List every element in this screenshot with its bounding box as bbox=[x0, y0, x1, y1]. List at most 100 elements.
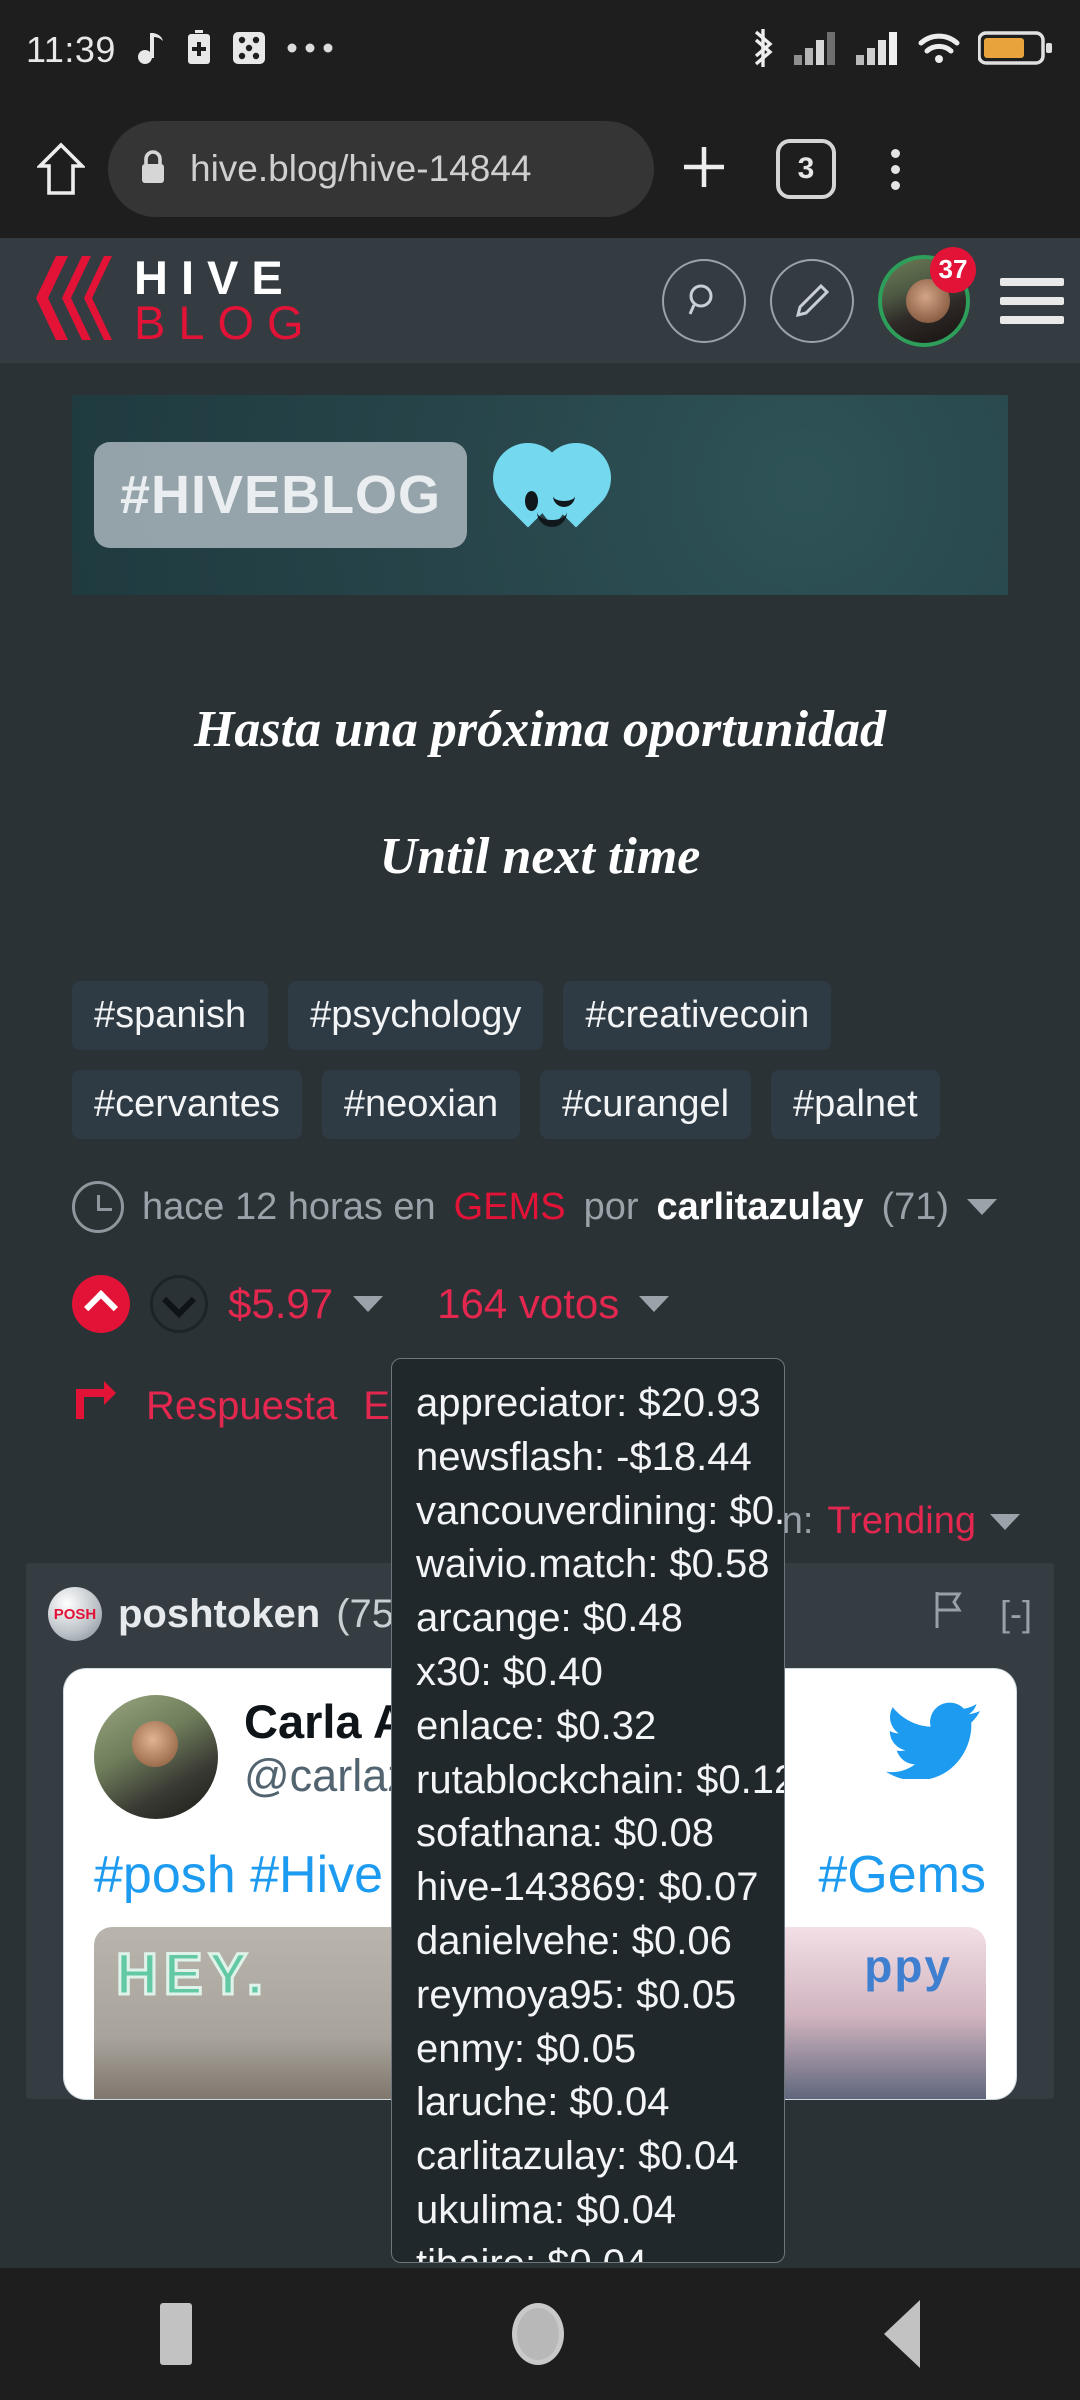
tweet-hashtags-right[interactable]: #Gems bbox=[818, 1845, 986, 1905]
url-bar[interactable]: hive.blog/hive-14844 bbox=[108, 121, 654, 217]
chevron-down-icon[interactable] bbox=[353, 1296, 384, 1312]
post-author[interactable]: carlitazulay bbox=[657, 1186, 864, 1229]
vote-row-entry: laruche: $0.04 bbox=[416, 2080, 670, 2125]
music-note-icon bbox=[136, 31, 166, 70]
vote-row-entry: reymoya95: $0.05 bbox=[416, 1972, 737, 2017]
browser-menu-button[interactable] bbox=[870, 148, 920, 190]
hamburger-line bbox=[1000, 277, 1064, 286]
vote-row-entry: appreciator: $20.93 bbox=[416, 1381, 761, 1425]
vote-row-entry: sofathana: $0.08 bbox=[416, 1811, 715, 1856]
wifi-icon bbox=[918, 32, 960, 69]
notification-badge[interactable]: 37 bbox=[930, 246, 976, 293]
post-author-reputation: (71) bbox=[881, 1185, 950, 1228]
post-body: #HIVEBLOG Hasta una próxima oportunidad … bbox=[0, 395, 1080, 1434]
post-text-line: Hasta una próxima oportunidad bbox=[193, 701, 887, 758]
banner-badge-text: #HIVEBLOG bbox=[94, 442, 468, 548]
menu-dot bbox=[890, 180, 900, 190]
vote-row-entry: carlitazulay: $0.04 bbox=[416, 2134, 739, 2179]
header-actions: 37 bbox=[662, 246, 1064, 347]
search-icon[interactable] bbox=[662, 258, 746, 343]
dice-icon bbox=[232, 31, 266, 70]
downvote-button[interactable] bbox=[150, 1275, 208, 1333]
tag-chip[interactable]: #palnet bbox=[771, 1070, 940, 1139]
heart-mouth bbox=[537, 509, 568, 527]
menu-dot bbox=[890, 148, 900, 158]
post-by-label: por bbox=[583, 1185, 639, 1228]
browser-toolbar: hive.blog/hive-14844 3 bbox=[0, 100, 1080, 238]
upvote-arrow-icon bbox=[84, 1290, 118, 1324]
avatar[interactable]: POSH bbox=[48, 1587, 102, 1641]
vote-breakdown-tooltip: appreciator: $20.93 newsflash: -$18.44 v… bbox=[391, 1358, 785, 2263]
sort-value[interactable]: Trending bbox=[827, 1500, 976, 1543]
status-bar-left: 11:39 bbox=[26, 29, 334, 71]
avatar bbox=[94, 1695, 218, 1819]
status-clock: 11:39 bbox=[26, 29, 116, 70]
flag-icon[interactable] bbox=[932, 1590, 966, 1639]
tag-chip[interactable]: #psychology bbox=[288, 981, 544, 1050]
home-circle-icon[interactable] bbox=[512, 2303, 564, 2365]
tab-switcher-button[interactable]: 3 bbox=[776, 139, 836, 199]
tag-chip[interactable]: #neoxian bbox=[321, 1070, 521, 1139]
vote-row-entry: arcange: $0.48 bbox=[416, 1596, 683, 1641]
vote-row-entry: vancouverdining: $0.59 bbox=[416, 1488, 785, 1533]
hive-wordmark: HIVE BLOG bbox=[134, 254, 317, 349]
pencil-icon[interactable] bbox=[770, 258, 854, 343]
vote-row-entry: rutablockchain: $0.12 bbox=[416, 1757, 785, 1802]
post-community[interactable]: GEMS bbox=[454, 1186, 566, 1229]
winking-heart-icon bbox=[478, 428, 626, 551]
post-meta: hace 12 horas en GEMS por carlitazulay (… bbox=[72, 1181, 1008, 1233]
tweet-hashtags-left[interactable]: #posh #Hive bbox=[94, 1846, 383, 1904]
recents-square-icon[interactable] bbox=[160, 2303, 192, 2365]
bluetooth-icon bbox=[750, 28, 776, 73]
collapse-button[interactable]: [-] bbox=[1000, 1593, 1032, 1635]
chevron-down-icon[interactable] bbox=[990, 1513, 1020, 1530]
downvote-arrow-icon bbox=[162, 1284, 196, 1318]
vote-row-entry: ukulima: $0.04 bbox=[416, 2187, 677, 2232]
wordmark-blog: BLOG bbox=[134, 295, 317, 349]
vote-row-entry: waivio.match: $0.58 bbox=[416, 1542, 770, 1587]
vote-row-entry: hive-143869: $0.07 bbox=[416, 1865, 759, 1910]
tag-chip[interactable]: #spanish bbox=[72, 981, 269, 1050]
twitter-bird-icon[interactable] bbox=[886, 1699, 982, 1784]
post-banner-image: #HIVEBLOG bbox=[72, 395, 1008, 595]
post-time-ago: hace 12 horas en bbox=[142, 1185, 436, 1228]
hive-logo-link[interactable]: HIVE BLOG bbox=[16, 246, 317, 355]
payout-value[interactable]: $5.97 bbox=[228, 1280, 333, 1328]
post-text-line: Until next time bbox=[379, 828, 701, 885]
chevron-down-icon[interactable] bbox=[967, 1199, 998, 1215]
hamburger-line bbox=[1000, 296, 1064, 305]
overflow-dots-icon bbox=[286, 41, 334, 59]
hamburger-icon[interactable] bbox=[1000, 277, 1064, 324]
signal-icon-sim2 bbox=[856, 31, 900, 70]
vote-row-entry: enmy: $0.05 bbox=[416, 2026, 637, 2071]
vote-row-entry: x30: $0.40 bbox=[416, 1649, 603, 1694]
upvote-button[interactable] bbox=[72, 1275, 130, 1333]
battery-plus-icon bbox=[186, 29, 212, 71]
hive-logo-icon bbox=[16, 246, 120, 355]
status-bar-right: 75 bbox=[750, 28, 1054, 73]
home-icon[interactable] bbox=[22, 142, 100, 196]
reblog-icon[interactable] bbox=[72, 1379, 120, 1434]
lock-icon bbox=[138, 148, 168, 191]
tag-chip[interactable]: #creativecoin bbox=[563, 981, 832, 1050]
android-nav-bar bbox=[0, 2268, 1080, 2400]
clock-icon bbox=[72, 1181, 124, 1233]
back-triangle-icon[interactable] bbox=[884, 2300, 920, 2368]
vote-row-entry: danielvehe: $0.06 bbox=[416, 1918, 732, 1963]
tag-chip[interactable]: #cervantes bbox=[72, 1070, 302, 1139]
comment-author[interactable]: poshtoken bbox=[118, 1592, 320, 1637]
menu-dot bbox=[890, 164, 900, 174]
avatar[interactable]: 37 bbox=[878, 246, 976, 347]
site-header: HIVE BLOG 37 bbox=[0, 238, 1080, 363]
post-tags: #spanish #psychology #creativecoin #cerv… bbox=[72, 981, 1008, 1139]
vote-row-entry: newsflash: -$18.44 bbox=[416, 1434, 752, 1479]
tag-chip[interactable]: #curangel bbox=[540, 1070, 752, 1139]
battery-status-icon: 75 bbox=[977, 30, 1054, 71]
reply-button[interactable]: Respuesta bbox=[146, 1384, 337, 1429]
tab-count-label: 3 bbox=[797, 152, 815, 185]
vote-row-entry: tibaire: $0.04 bbox=[416, 2242, 760, 2262]
new-tab-button[interactable] bbox=[662, 141, 746, 198]
vote-count[interactable]: 164 votos bbox=[437, 1280, 619, 1328]
status-bar: 11:39 75 bbox=[0, 0, 1080, 100]
chevron-down-icon[interactable] bbox=[639, 1296, 670, 1312]
